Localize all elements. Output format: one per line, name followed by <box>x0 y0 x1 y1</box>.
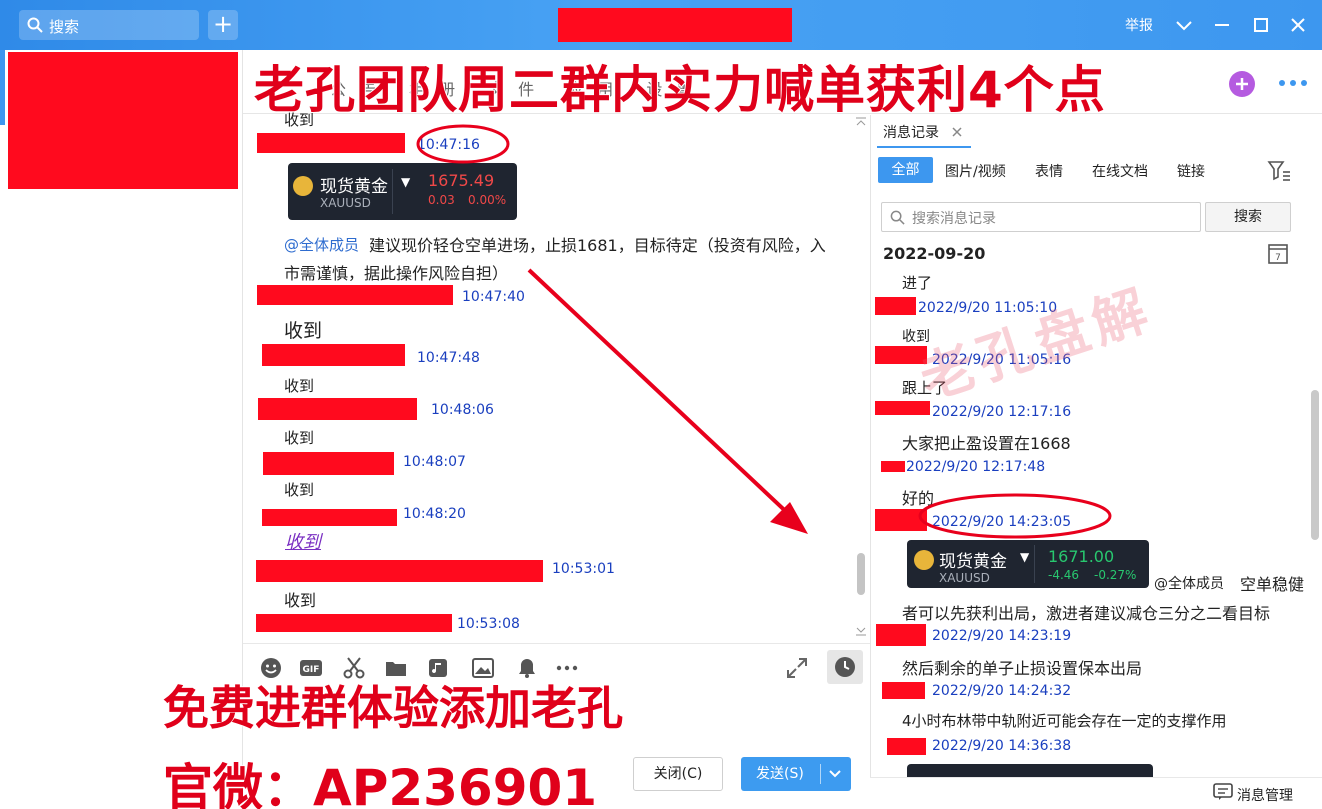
promo-overlay: 官微：AP236901 <box>162 758 598 809</box>
arrow-head <box>770 502 808 534</box>
highlight-circle <box>918 493 1112 539</box>
highlight-circle <box>416 124 510 164</box>
annotation-arrow <box>527 268 797 522</box>
headline-overlay: 老孔团队周二群内实力喊单获利4个点 <box>253 60 1106 120</box>
promo-overlay: 免费进群体验添加老孔 <box>162 680 624 736</box>
